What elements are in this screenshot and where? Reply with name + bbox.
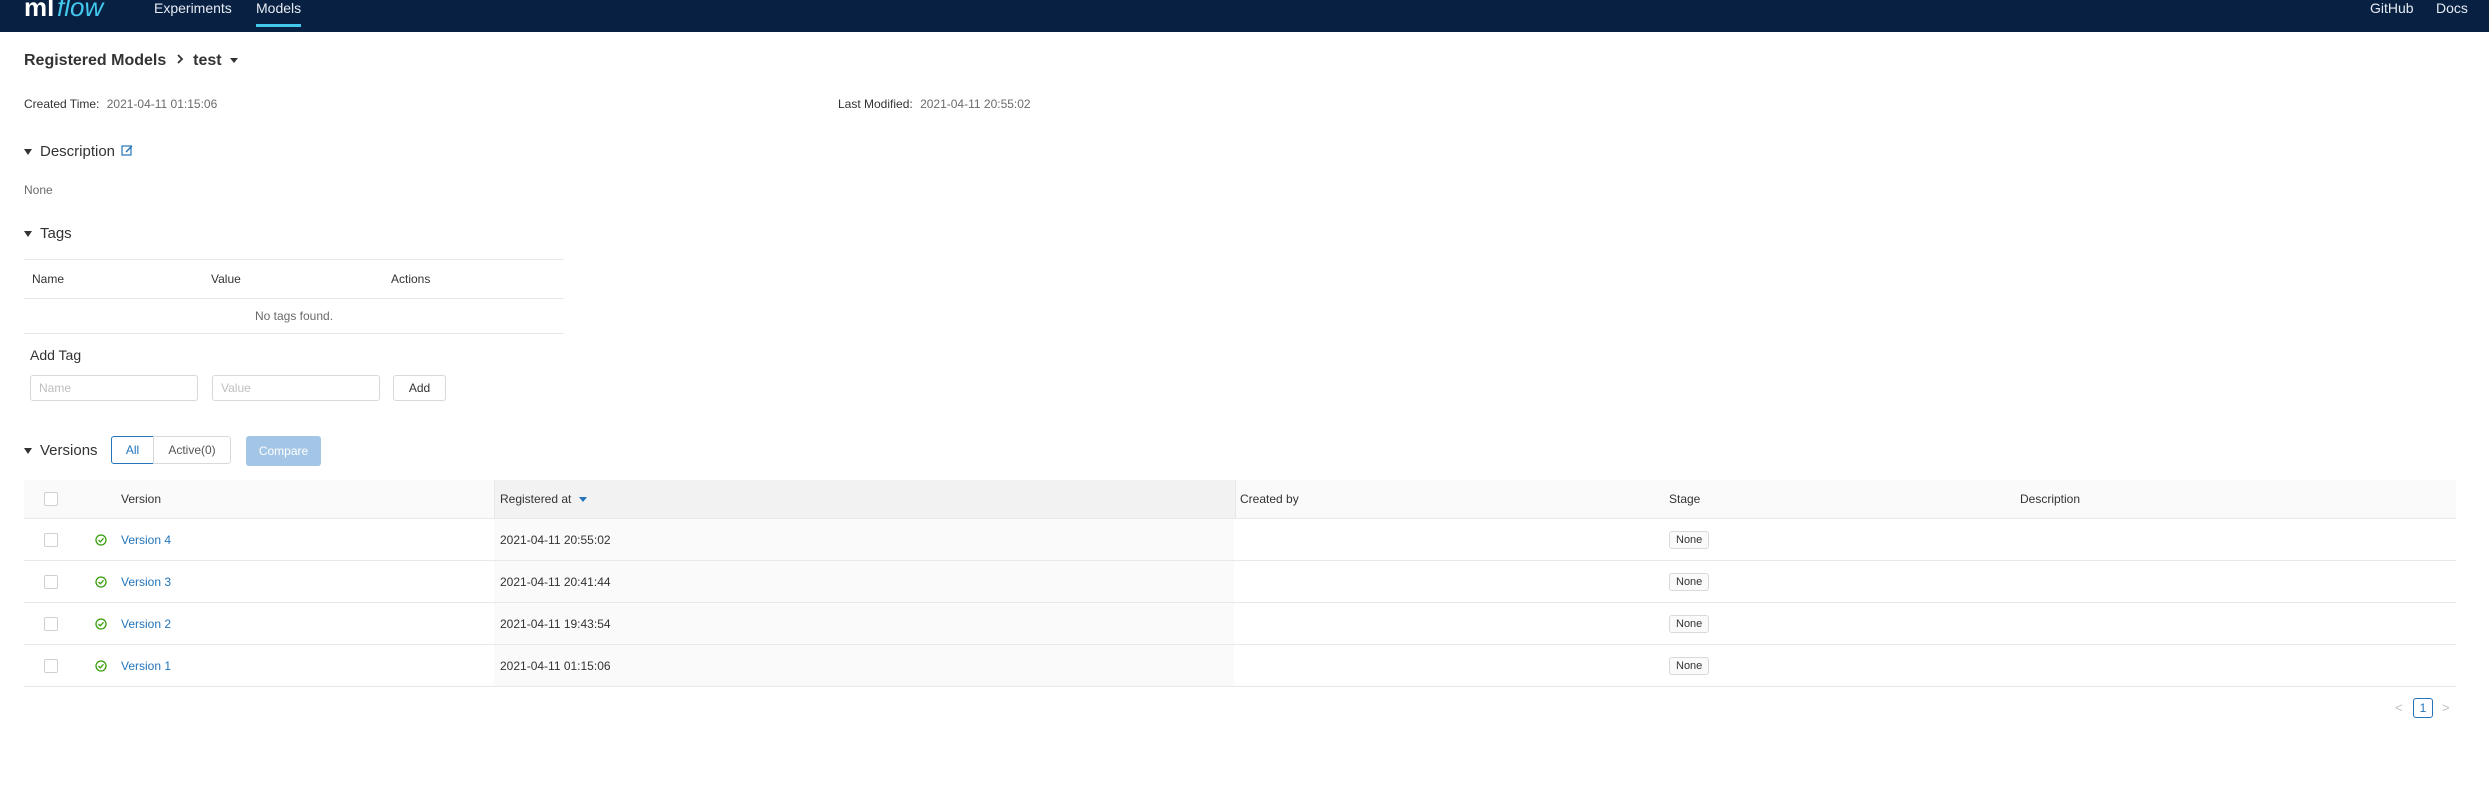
description-value: None — [24, 183, 53, 197]
caret-down-icon — [24, 231, 32, 238]
filter-active-button[interactable]: Active(0) — [153, 436, 231, 464]
tags-column-actions: Actions — [383, 259, 564, 299]
last-modified-value: 2021-04-11 20:55:02 — [920, 97, 1031, 111]
edit-icon[interactable] — [121, 144, 134, 161]
column-registered-at[interactable]: Registered at — [500, 480, 588, 518]
add-tag-button[interactable]: Add — [393, 375, 446, 401]
stage-cell: None — [1669, 645, 1710, 686]
breadcrumb-model-name[interactable]: test — [193, 52, 221, 69]
stage-cell: None — [1669, 603, 1710, 644]
version-row: Version 3 2021-04-11 20:41:44 None — [24, 561, 2456, 603]
stage-cell: None — [1669, 561, 1710, 602]
version-link[interactable]: Version 4 — [121, 519, 171, 560]
nav-experiments[interactable]: Experiments — [154, 0, 232, 16]
caret-down-icon — [24, 448, 32, 455]
tag-value-input[interactable]: Value — [212, 375, 380, 401]
svg-text:ml: ml — [24, 0, 54, 22]
breadcrumb-registered-models[interactable]: Registered Models — [24, 52, 166, 69]
filter-all-button[interactable]: All — [111, 436, 154, 464]
versions-table-header: Version Registered at Created by Stage D… — [24, 480, 2456, 519]
row-checkbox[interactable] — [44, 561, 58, 602]
ready-check-icon — [95, 519, 107, 560]
column-created-by[interactable]: Created by — [1240, 480, 1299, 518]
stage-badge: None — [1669, 572, 1710, 591]
sorted-column-highlight — [494, 480, 1236, 518]
description-section-header[interactable]: Description — [24, 143, 134, 161]
chevron-right-icon — [175, 52, 185, 70]
version-link[interactable]: Version 1 — [121, 645, 171, 686]
breadcrumb: Registered Models test — [24, 52, 239, 70]
versions-table: Version Registered at Created by Stage D… — [24, 480, 2456, 687]
version-link[interactable]: Version 3 — [121, 561, 171, 602]
top-nav-bar: ml flow Experiments Models GitHub Docs — [0, 0, 2489, 32]
caret-down-icon — [24, 149, 32, 156]
stage-badge: None — [1669, 614, 1710, 633]
tags-column-name: Name — [24, 259, 203, 299]
stage-badge: None — [1669, 656, 1710, 675]
nav-models[interactable]: Models — [256, 0, 302, 27]
current-page[interactable]: 1 — [2413, 698, 2433, 718]
column-description[interactable]: Description — [2020, 480, 2080, 518]
last-modified: Last Modified: 2021-04-11 20:55:02 — [838, 97, 1031, 111]
next-page-button[interactable]: > — [2442, 700, 2450, 715]
versions-title: Versions — [40, 442, 98, 459]
created-time-label: Created Time — [24, 97, 97, 111]
svg-text:flow: flow — [57, 0, 105, 22]
version-row: Version 4 2021-04-11 20:55:02 None — [24, 519, 2456, 561]
select-all-checkbox[interactable] — [44, 480, 58, 518]
created-time: Created Time: 2021-04-11 01:15:06 — [24, 97, 218, 111]
caret-down-icon[interactable] — [230, 56, 239, 67]
mlflow-logo[interactable]: ml flow — [24, 0, 124, 24]
tag-name-input[interactable]: Name — [30, 375, 198, 401]
registered-at: 2021-04-11 20:41:44 — [500, 574, 611, 589]
description-title: Description — [40, 143, 116, 160]
column-stage[interactable]: Stage — [1669, 480, 1700, 518]
tags-table: Name Value Actions No tags found. — [24, 259, 564, 334]
nav-docs[interactable]: Docs — [2436, 0, 2468, 16]
registered-at: 2021-04-11 19:43:54 — [500, 616, 611, 631]
ready-check-icon — [95, 603, 107, 644]
last-modified-label: Last Modified — [838, 97, 910, 111]
tags-empty-message: No tags found. — [24, 298, 564, 334]
created-time-value: 2021-04-11 01:15:06 — [106, 97, 218, 111]
tags-column-value: Value — [203, 259, 383, 299]
tags-title: Tags — [40, 225, 72, 242]
nav-github[interactable]: GitHub — [2370, 0, 2414, 16]
compare-button[interactable]: Compare — [246, 436, 321, 466]
version-row: Version 2 2021-04-11 19:43:54 None — [24, 603, 2456, 645]
add-tag-title: Add Tag — [30, 347, 82, 363]
row-checkbox[interactable] — [44, 645, 58, 686]
prev-page-button[interactable]: < — [2395, 700, 2403, 715]
row-checkbox[interactable] — [44, 519, 58, 560]
column-registered-at-label: Registered at — [500, 492, 572, 506]
versions-section-header[interactable]: Versions — [24, 442, 98, 459]
registered-at: 2021-04-11 01:15:06 — [500, 658, 611, 673]
version-link[interactable]: Version 2 — [121, 603, 171, 644]
sort-descending-icon[interactable] — [579, 492, 588, 506]
stage-badge: None — [1669, 530, 1710, 549]
row-checkbox[interactable] — [44, 603, 58, 644]
column-version[interactable]: Version — [121, 480, 161, 518]
stage-cell: None — [1669, 519, 1710, 560]
version-row: Version 1 2021-04-11 01:15:06 None — [24, 645, 2456, 687]
ready-check-icon — [95, 561, 107, 602]
registered-at: 2021-04-11 20:55:02 — [500, 532, 611, 547]
tags-section-header[interactable]: Tags — [24, 225, 72, 242]
ready-check-icon — [95, 645, 107, 686]
